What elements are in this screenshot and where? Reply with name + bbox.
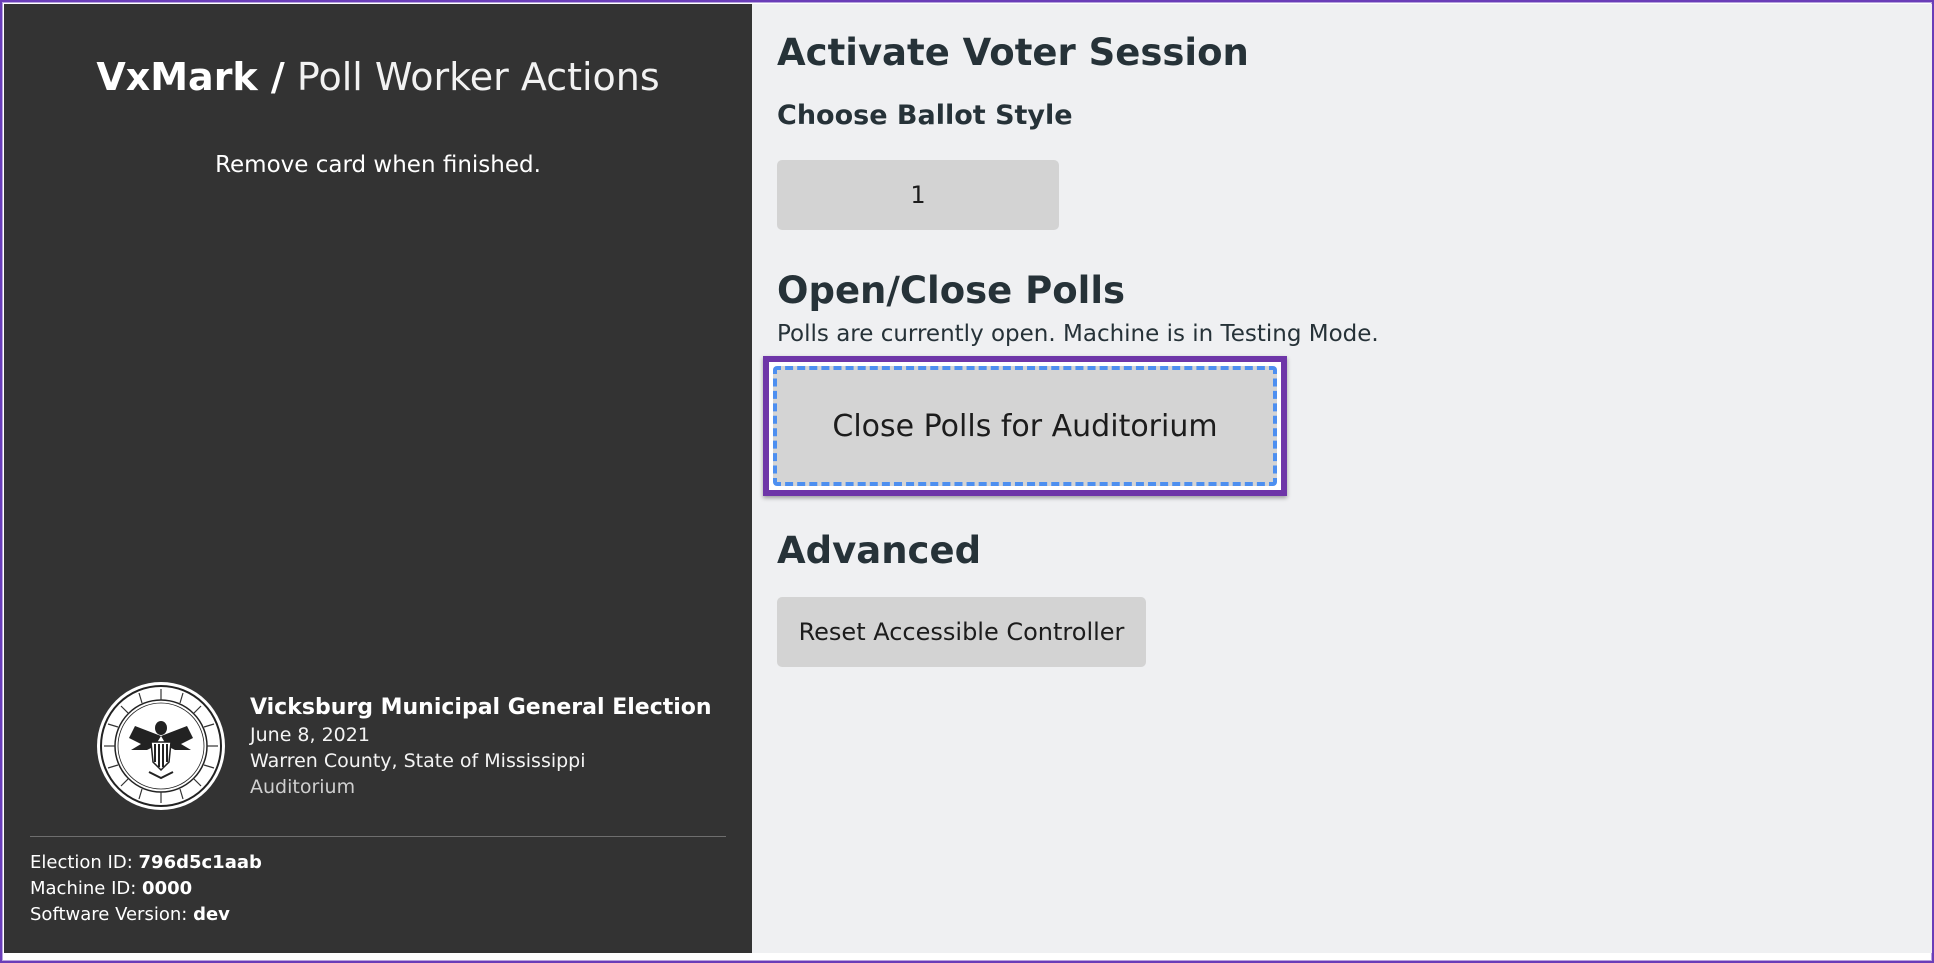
election-date: June 8, 2021 <box>250 724 370 746</box>
app-brand: VxMark / <box>96 55 285 99</box>
polls-heading: Open/Close Polls <box>777 269 1126 312</box>
sidebar: VxMark / Poll Worker Actions Remove card… <box>4 4 752 953</box>
divider <box>30 836 726 837</box>
machine-id-value: 0000 <box>142 878 193 899</box>
instruction-text: Remove card when finished. <box>215 152 541 178</box>
election-info: Vicksburg Municipal General Election Jun… <box>250 694 730 800</box>
voter-session-heading: Activate Voter Session <box>777 31 1249 74</box>
election-id-value: 796d5c1aab <box>138 852 262 873</box>
precinct-name: Auditorium <box>250 776 356 798</box>
software-version-label: Software Version: <box>30 904 188 925</box>
ballot-style-heading: Choose Ballot Style <box>777 100 1073 131</box>
election-id-label: Election ID: <box>30 852 133 873</box>
software-version-row: Software Version: dev <box>30 902 262 928</box>
screen-title: VxMark / Poll Worker Actions <box>4 52 752 102</box>
machine-id-row: Machine ID: 0000 <box>30 876 262 902</box>
advanced-heading: Advanced <box>777 529 982 572</box>
main-panel: Activate Voter Session Choose Ballot Sty… <box>752 4 1932 953</box>
app-window: VxMark / Poll Worker Actions Remove card… <box>0 0 1934 963</box>
reset-accessible-controller-button[interactable]: Reset Accessible Controller <box>777 597 1146 667</box>
focus-ring: Close Polls for Auditorium <box>763 356 1287 496</box>
election-id-row: Election ID: 796d5c1aab <box>30 850 262 876</box>
polls-status-text: Polls are currently open. Machine is in … <box>777 321 1379 347</box>
state-seal-icon <box>95 680 227 812</box>
ballot-style-button[interactable]: 1 <box>777 160 1059 230</box>
election-name: Vicksburg Municipal General Election <box>250 695 712 720</box>
software-version-value: dev <box>193 904 230 925</box>
close-polls-button[interactable]: Close Polls for Auditorium <box>773 366 1277 486</box>
machine-id-label: Machine ID: <box>30 878 137 899</box>
election-location: Warren County, State of Mississippi <box>250 750 586 772</box>
machine-meta: Election ID: 796d5c1aab Machine ID: 0000… <box>30 850 262 928</box>
screen-title-label: Poll Worker Actions <box>296 55 660 99</box>
